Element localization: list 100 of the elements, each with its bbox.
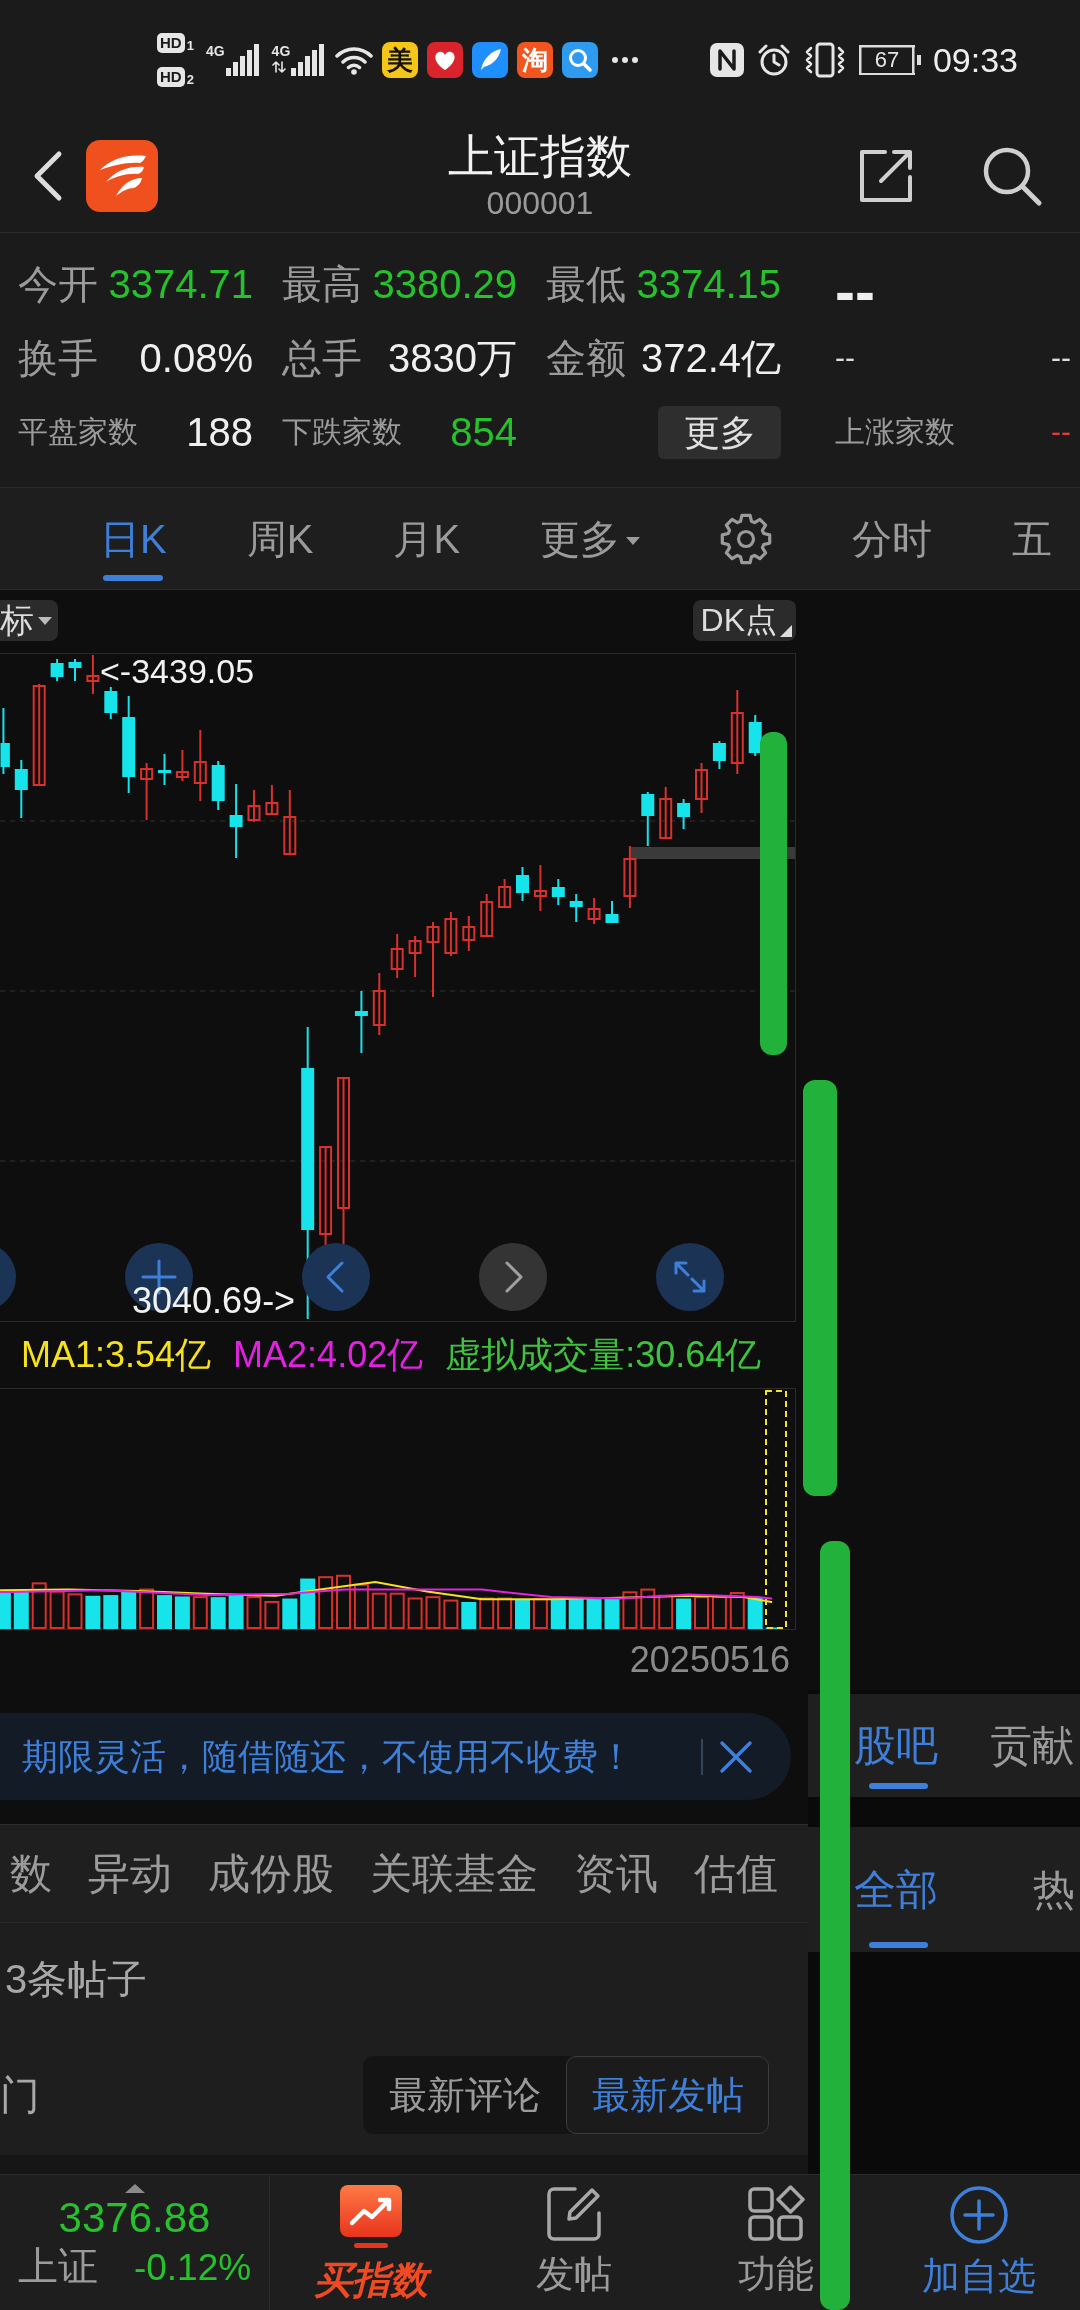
indicator-button[interactable]: 标 <box>0 600 58 641</box>
candle <box>605 900 619 924</box>
candle <box>569 893 583 923</box>
candle <box>551 878 565 906</box>
stat-label: 平盘家数 <box>18 414 138 450</box>
add-watchlist-button[interactable]: 加自选 <box>877 2175 1080 2310</box>
info-tab[interactable]: 成份股 <box>208 1842 334 1905</box>
volume-bar <box>0 1591 11 1629</box>
candle <box>516 866 529 902</box>
volume-bar <box>694 1596 709 1629</box>
volume-bar <box>85 1595 101 1629</box>
volume-bar <box>729 1592 745 1629</box>
filter-tab[interactable]: 全部 <box>854 1827 938 1952</box>
info-tab[interactable]: 估值 <box>694 1842 778 1905</box>
volume-bar <box>121 1590 137 1629</box>
previous-button[interactable] <box>302 1243 370 1311</box>
volume-bar <box>622 1591 638 1629</box>
candle <box>14 759 28 819</box>
dk-button[interactable]: DK点 <box>692 600 796 641</box>
info-tab[interactable]: 资讯 <box>574 1842 658 1905</box>
volume-bar <box>139 1588 155 1629</box>
functions-button[interactable]: 功能 <box>675 2175 878 2310</box>
dropdown-tab[interactable]: 更多 <box>540 488 641 589</box>
edit-icon <box>544 2185 603 2243</box>
index-code: 000001 <box>485 184 595 223</box>
chart-tab[interactable]: 五 <box>1012 488 1053 589</box>
info-tab[interactable]: 数 <box>10 1842 52 1905</box>
stat-label: 上涨家数 <box>835 414 955 450</box>
panel-tab[interactable]: 股吧 <box>854 1694 938 1797</box>
quote-value: -- <box>835 340 855 376</box>
caret-up-icon <box>124 2183 145 2193</box>
volume-bar <box>192 1596 208 1629</box>
app-icon: 美 <box>382 42 419 78</box>
chart-tab[interactable]: 日K <box>100 488 167 589</box>
settings-icon[interactable] <box>720 512 773 565</box>
volume-bar <box>353 1583 369 1629</box>
post-button[interactable]: 发帖 <box>472 2175 675 2310</box>
info-tab[interactable]: 关联基金 <box>370 1842 538 1905</box>
candle <box>104 686 118 720</box>
expand-button[interactable] <box>656 1243 724 1311</box>
stat-value: 854 <box>450 409 517 456</box>
buy-index-button[interactable]: 买指数 <box>270 2175 473 2310</box>
candle <box>158 753 171 786</box>
legend-value: MA1:3.54亿 <box>21 1333 212 1377</box>
stat-label: 换手 <box>18 335 98 382</box>
stat-value: 3374.71 <box>108 261 253 308</box>
sort-option[interactable]: 最新评论 <box>363 2056 566 2134</box>
expand-icon <box>674 1261 706 1293</box>
volume-bar <box>210 1597 226 1629</box>
chart-tab[interactable]: 周K <box>246 488 314 589</box>
index-change: -0.12% <box>133 2246 252 2290</box>
candle <box>641 791 655 847</box>
volume-bar <box>676 1598 692 1629</box>
volume-bar <box>479 1597 495 1629</box>
nfc-icon <box>708 42 745 78</box>
candle <box>354 990 368 1054</box>
filter-tab[interactable]: 门 <box>0 2065 40 2125</box>
close-icon[interactable] <box>719 1739 753 1774</box>
stat-label: 总手 <box>282 335 362 382</box>
index-name: 上证 <box>17 2243 98 2290</box>
filter-tab[interactable]: 热 <box>1033 1827 1075 1952</box>
banner-text: 期限灵活，随借随还，不使用不收费！ <box>22 1734 634 1779</box>
candle <box>68 658 82 682</box>
page-title: 上证指数 <box>448 129 632 183</box>
sort-option[interactable]: 最新发帖 <box>566 2056 769 2134</box>
volume-bar <box>300 1578 316 1629</box>
candle <box>677 798 691 830</box>
candle <box>0 707 10 775</box>
volume-bar <box>49 1590 65 1629</box>
candle <box>283 789 297 856</box>
volume-bar <box>282 1598 298 1629</box>
hd-indicator: HD <box>157 67 185 87</box>
candle <box>659 786 673 840</box>
more-button[interactable]: 更多 <box>658 405 781 459</box>
candle <box>50 658 64 682</box>
stat-value: 3374.15 <box>636 261 781 308</box>
candle <box>462 915 476 952</box>
candle <box>748 714 762 757</box>
stat-value: 0.08% <box>139 335 253 382</box>
panel-tab[interactable]: 贡献 <box>990 1694 1074 1797</box>
network-type: 4G <box>205 44 225 59</box>
price-label: 3040.69-> <box>132 1281 296 1321</box>
candle <box>444 911 458 957</box>
network-type: 4G <box>271 44 291 59</box>
volume-bar <box>515 1599 530 1629</box>
sim-slot-number: 2 <box>186 73 194 87</box>
search-icon[interactable] <box>981 145 1043 207</box>
candle <box>533 864 547 912</box>
stat-value: -- <box>1051 414 1071 450</box>
grid-icon <box>747 2185 806 2243</box>
battery-indicator: 67 <box>858 45 921 75</box>
volume-bar <box>336 1574 351 1629</box>
info-tab[interactable]: 异动 <box>88 1842 172 1905</box>
volume-bar <box>157 1595 172 1629</box>
chart-tab[interactable]: 月K <box>393 488 461 589</box>
chart-tab[interactable]: 分时 <box>852 488 933 589</box>
signal-icon <box>291 44 326 76</box>
candle <box>587 897 601 925</box>
index-price[interactable]: 3376.88 <box>58 2195 211 2241</box>
candle <box>211 760 225 811</box>
